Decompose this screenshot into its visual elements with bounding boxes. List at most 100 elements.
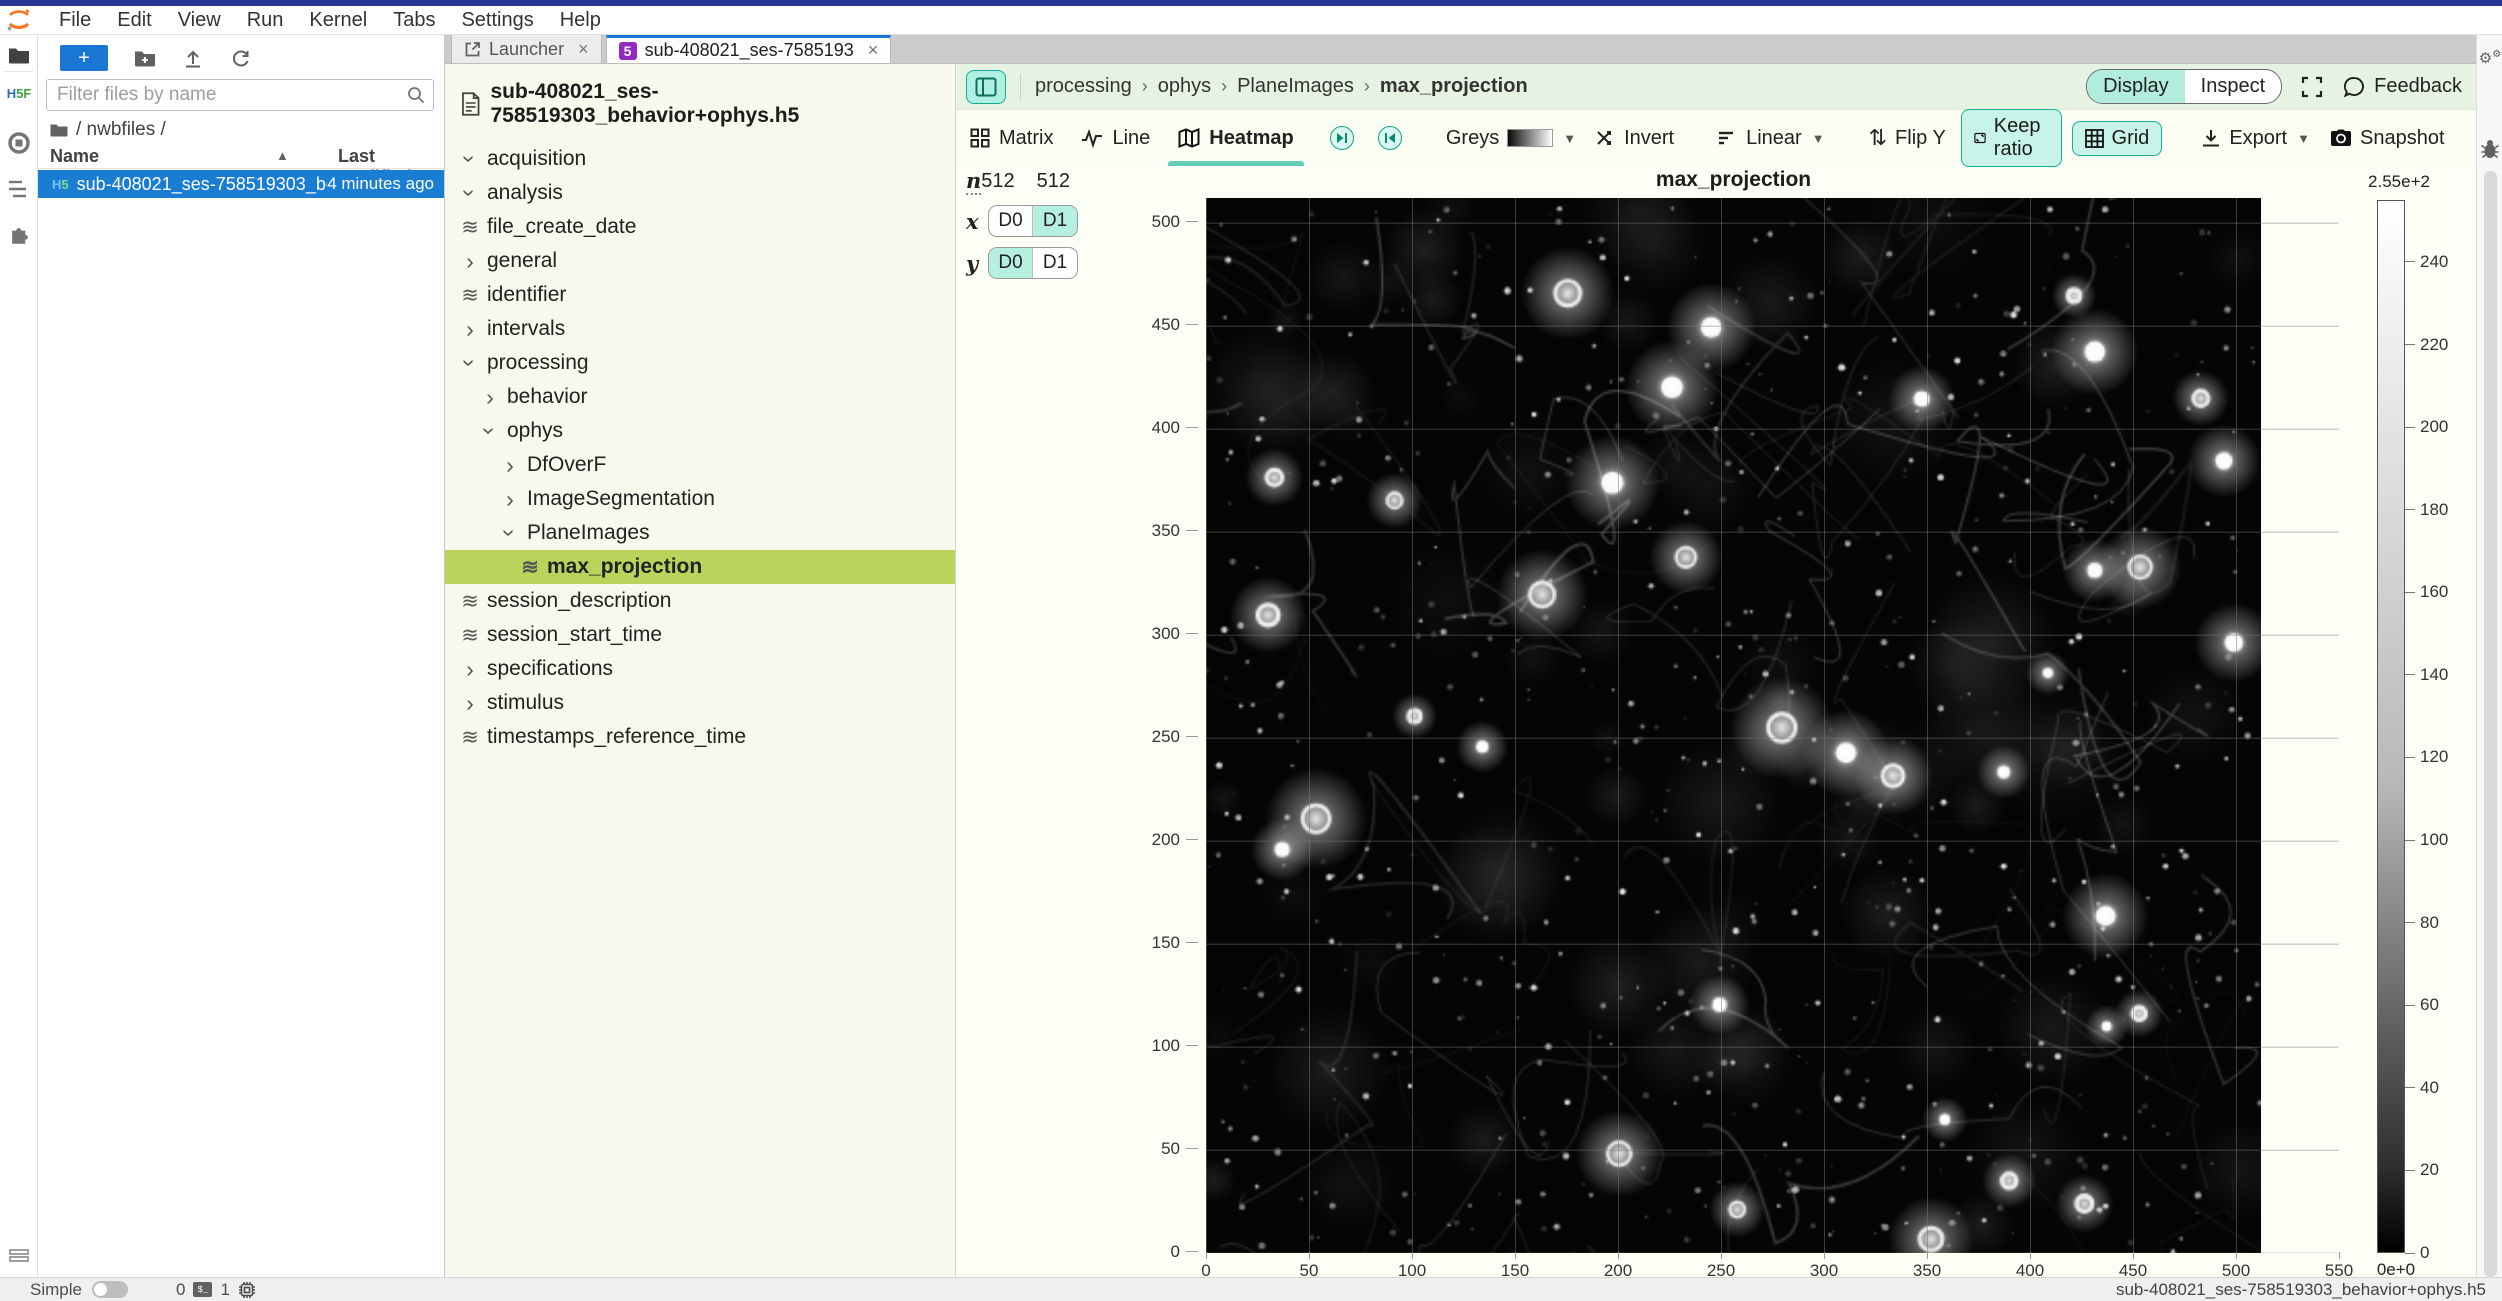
file-browser-icon[interactable] (7, 43, 31, 67)
file-row-modified: 4 minutes ago (327, 174, 434, 194)
colorbar[interactable] (2377, 200, 2405, 1253)
tree-item-session_description[interactable]: ≋session_description (445, 584, 955, 618)
file-filter[interactable] (46, 79, 434, 111)
running-sessions-icon[interactable] (7, 131, 31, 155)
file-row[interactable]: H5 sub-408021_ses-758519303_beha... 4 mi… (38, 170, 444, 198)
feedback-button[interactable]: Feedback (2342, 75, 2462, 99)
breadcrumb[interactable]: / nwbfiles / (50, 119, 166, 141)
document-icon (461, 92, 480, 116)
tree-item-stimulus[interactable]: ›stimulus (445, 686, 955, 720)
column-name[interactable]: Name (50, 146, 99, 167)
invert-colormap-button[interactable]: Invert (1586, 127, 1684, 150)
inspect-button[interactable]: Inspect (2185, 70, 2281, 103)
keep-ratio-button[interactable]: Keep ratio (1961, 109, 2062, 167)
scale-label: Linear (1746, 127, 1802, 150)
vis-tab-line[interactable]: Line (1067, 110, 1164, 166)
tab-h5-file[interactable]: 5 sub-408021_ses-7585193 × (606, 35, 892, 63)
tree-item-analysis[interactable]: ›analysis (445, 176, 955, 210)
chevron-down-icon: › (460, 146, 480, 172)
y-mapping-row: y D0 D1 (966, 247, 1086, 279)
menu-help[interactable]: Help (547, 9, 614, 32)
domain-min-handle[interactable] (1378, 126, 1402, 150)
breadcrumb-path[interactable]: / nwbfiles / (76, 119, 166, 141)
display-button[interactable]: Display (2087, 70, 2185, 103)
kernel-count: 1 (220, 1280, 229, 1300)
h5-file-title[interactable]: sub-408021_ses-758519303_behavior+ophys.… (445, 64, 955, 138)
launcher-icon (464, 41, 481, 58)
tree-item-behavior[interactable]: ›behavior (445, 380, 955, 414)
sort-ascending-icon[interactable]: ▲ (276, 148, 289, 163)
tree-item-intervals[interactable]: ›intervals (445, 312, 955, 346)
open-tabs-icon[interactable] (7, 1245, 31, 1269)
y-tick-400: 400 (1076, 418, 1198, 438)
sidebar-toggle-button[interactable] (966, 70, 1006, 104)
menu-settings[interactable]: Settings (448, 9, 546, 32)
tree-item-file_create_date[interactable]: ≋file_create_date (445, 210, 955, 244)
vis-tab-matrix[interactable]: Matrix (956, 110, 1067, 166)
tree-item-acquisition[interactable]: ›acquisition (445, 142, 955, 176)
breadcrumb-ophys[interactable]: ophys (1158, 75, 1211, 98)
y-tick-350: 350 (1076, 521, 1198, 541)
extension-manager-icon[interactable] (7, 223, 31, 247)
property-inspector-icon[interactable]: ⚙⚙ (2479, 49, 2501, 67)
hdf5-browser-icon[interactable]: H5F (7, 81, 31, 105)
tree-item-DfOverF[interactable]: ›DfOverF (445, 448, 955, 482)
menu-kernel[interactable]: Kernel (296, 9, 380, 32)
simple-mode-label: Simple (30, 1280, 82, 1300)
tab-launcher[interactable]: Launcher × (451, 35, 602, 63)
tree-item-timestamps_reference_time[interactable]: ≋timestamps_reference_time (445, 720, 955, 754)
chevron-right-icon: › (457, 659, 483, 679)
scrollbar[interactable] (2484, 171, 2497, 1277)
sessions-indicator[interactable]: 0 $_ 1 (176, 1280, 256, 1300)
menu-file[interactable]: File (46, 9, 104, 32)
refresh-icon[interactable] (230, 47, 252, 69)
y-d1-button[interactable]: D1 (1033, 248, 1077, 278)
chevron-right-icon: › (457, 693, 483, 713)
upload-icon[interactable] (182, 47, 204, 69)
toggle-switch[interactable] (92, 1281, 128, 1298)
snapshot-button[interactable]: Snapshot (2320, 127, 2455, 150)
tree-item-identifier[interactable]: ≋identifier (445, 278, 955, 312)
y-tick-450: 450 (1076, 315, 1198, 335)
simple-mode-toggle[interactable]: Simple (30, 1280, 128, 1300)
new-folder-icon[interactable] (134, 47, 156, 69)
domain-max-handle[interactable] (1330, 126, 1354, 150)
close-icon[interactable]: × (578, 39, 589, 60)
menu-tabs[interactable]: Tabs (380, 9, 448, 32)
new-launcher-button[interactable]: + (60, 45, 108, 71)
flip-y-button[interactable]: ⇅ Flip Y (1859, 125, 1956, 151)
fullscreen-icon[interactable] (2300, 75, 2324, 99)
export-menu[interactable]: Export ▼ (2191, 127, 2320, 150)
tree-item-ImageSegmentation[interactable]: ›ImageSegmentation (445, 482, 955, 516)
scale-icon (1718, 130, 1738, 146)
heatmap-plot-area[interactable] (1206, 198, 2339, 1253)
tree-item-ophys[interactable]: ›ophys (445, 414, 955, 448)
tree-item-specifications[interactable]: ›specifications (445, 652, 955, 686)
tree-item-max_projection[interactable]: ≋max_projection (445, 550, 955, 584)
keep-ratio-label: Keep ratio (1994, 115, 2049, 161)
tree-item-processing[interactable]: ›processing (445, 346, 955, 380)
breadcrumb-processing[interactable]: processing (1035, 75, 1132, 98)
y-d0-button[interactable]: D0 (989, 248, 1033, 278)
colormap-select[interactable]: Greys ▼ (1436, 127, 1586, 150)
tree-item-general[interactable]: ›general (445, 244, 955, 278)
tree-item-session_start_time[interactable]: ≋session_start_time (445, 618, 955, 652)
scale-select[interactable]: Linear ▼ (1708, 127, 1834, 150)
menu-view[interactable]: View (165, 9, 234, 32)
x-d0-button[interactable]: D0 (989, 206, 1033, 236)
tree-item-PlaneImages[interactable]: ›PlaneImages (445, 516, 955, 550)
menu-edit[interactable]: Edit (104, 9, 164, 32)
chevron-down-icon: ▼ (2297, 131, 2310, 146)
breadcrumb-PlaneImages[interactable]: PlaneImages (1237, 75, 1354, 98)
table-of-contents-icon[interactable] (7, 177, 31, 201)
file-filter-input[interactable] (47, 84, 407, 106)
close-icon[interactable]: × (868, 40, 879, 61)
x-d1-button[interactable]: D1 (1033, 206, 1077, 236)
vis-tab-heatmap[interactable]: Heatmap (1164, 110, 1307, 166)
heatmap-image[interactable] (1206, 198, 2261, 1253)
h5-viewer-panel: processing›ophys›PlaneImages›max_project… (956, 64, 2476, 1277)
debugger-bug-icon[interactable] (2479, 139, 2501, 159)
menu-run[interactable]: Run (234, 9, 297, 32)
breadcrumb-max_projection[interactable]: max_projection (1380, 75, 1528, 98)
grid-button[interactable]: Grid (2072, 121, 2163, 156)
